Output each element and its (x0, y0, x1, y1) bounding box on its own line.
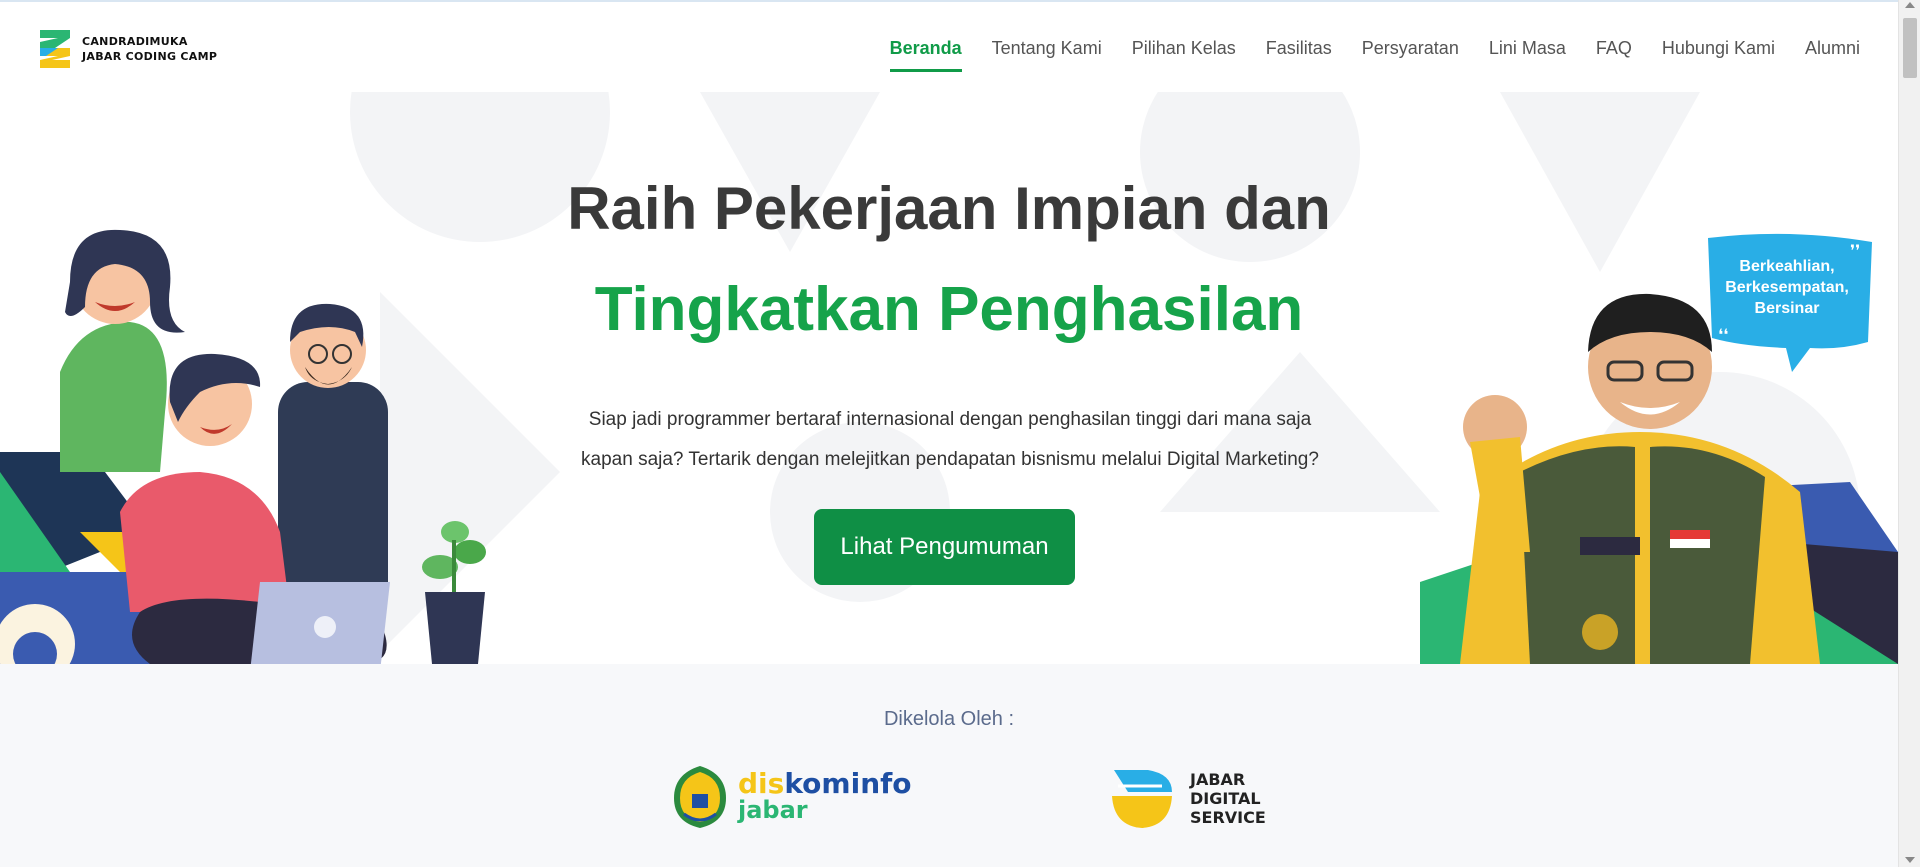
jds-line3: SERVICE (1190, 807, 1266, 827)
scroll-up-arrow-icon[interactable] (1905, 2, 1915, 8)
hero-description-line1: Siap jadi programmer bertaraf internasio… (588, 409, 1312, 430)
nav-item-pilihan-kelas[interactable]: Pilihan Kelas (1132, 38, 1236, 72)
nav-item-tentang-kami[interactable]: Tentang Kami (992, 38, 1102, 72)
main-nav: Beranda Tentang Kami Pilihan Kelas Fasil… (889, 38, 1860, 72)
nav-item-persyaratan[interactable]: Persyaratan (1362, 38, 1459, 72)
hero-description-line2: kapan saja? Tertarik dengan melejitkan p… (581, 449, 1319, 470)
scroll-down-arrow-icon[interactable] (1905, 857, 1915, 863)
jds-line1: JABAR (1190, 769, 1246, 789)
managed-by-section: Dikelola Oleh : diskominfo jabar JABAR D… (0, 664, 1898, 867)
diskominfo-wordmark: diskominfo jabar (738, 770, 912, 824)
jds-line2: DIGITAL (1190, 788, 1261, 808)
brand-name-line1: CANDRADIMUKA (82, 35, 188, 48)
students-illustration (0, 229, 486, 664)
nav-item-beranda[interactable]: Beranda (889, 38, 962, 72)
brand-logo[interactable]: CANDRADIMUKA JABAR CODING CAMP (38, 28, 217, 70)
hero-section: ❜❜ ❛❛ Berkeahlian, Berkesempatan, Bersin… (0, 92, 1898, 664)
announcement-button[interactable]: Lihat Pengumuman (814, 509, 1075, 585)
page-scrollbar[interactable] (1898, 0, 1920, 867)
scroll-thumb[interactable] (1903, 18, 1917, 78)
jds-mark-icon (1112, 770, 1172, 828)
hero-title-line2: Tingkatkan Penghasilan (594, 275, 1304, 344)
jabar-digital-service-logo[interactable]: JABAR DIGITAL SERVICE (1108, 766, 1266, 830)
diskominfo-wordmark-jabar: jabar (738, 796, 808, 824)
nav-item-fasilitas[interactable]: Fasilitas (1266, 38, 1332, 72)
hero-title-line1: Raih Pekerjaan Impian dan (567, 175, 1331, 242)
hero-description: Siap jadi programmer bertaraf internasio… (560, 400, 1340, 480)
west-java-emblem-icon (674, 766, 726, 828)
brand-name: CANDRADIMUKA JABAR CODING CAMP (82, 34, 217, 64)
jds-wordmark: JABAR DIGITAL SERVICE (1190, 770, 1266, 827)
nav-item-hubungi-kami[interactable]: Hubungi Kami (1662, 38, 1775, 72)
nav-item-alumni[interactable]: Alumni (1805, 38, 1860, 72)
nav-item-faq[interactable]: FAQ (1596, 38, 1632, 72)
site-header: CANDRADIMUKA JABAR CODING CAMP Beranda T… (0, 0, 1898, 92)
managed-by-label: Dikelola Oleh : (883, 708, 1015, 730)
brand-name-line2: JABAR CODING CAMP (82, 50, 218, 63)
diskominfo-logo[interactable]: diskominfo jabar (670, 764, 912, 830)
nav-item-lini-masa[interactable]: Lini Masa (1489, 38, 1566, 72)
brand-mark-icon (40, 30, 70, 68)
